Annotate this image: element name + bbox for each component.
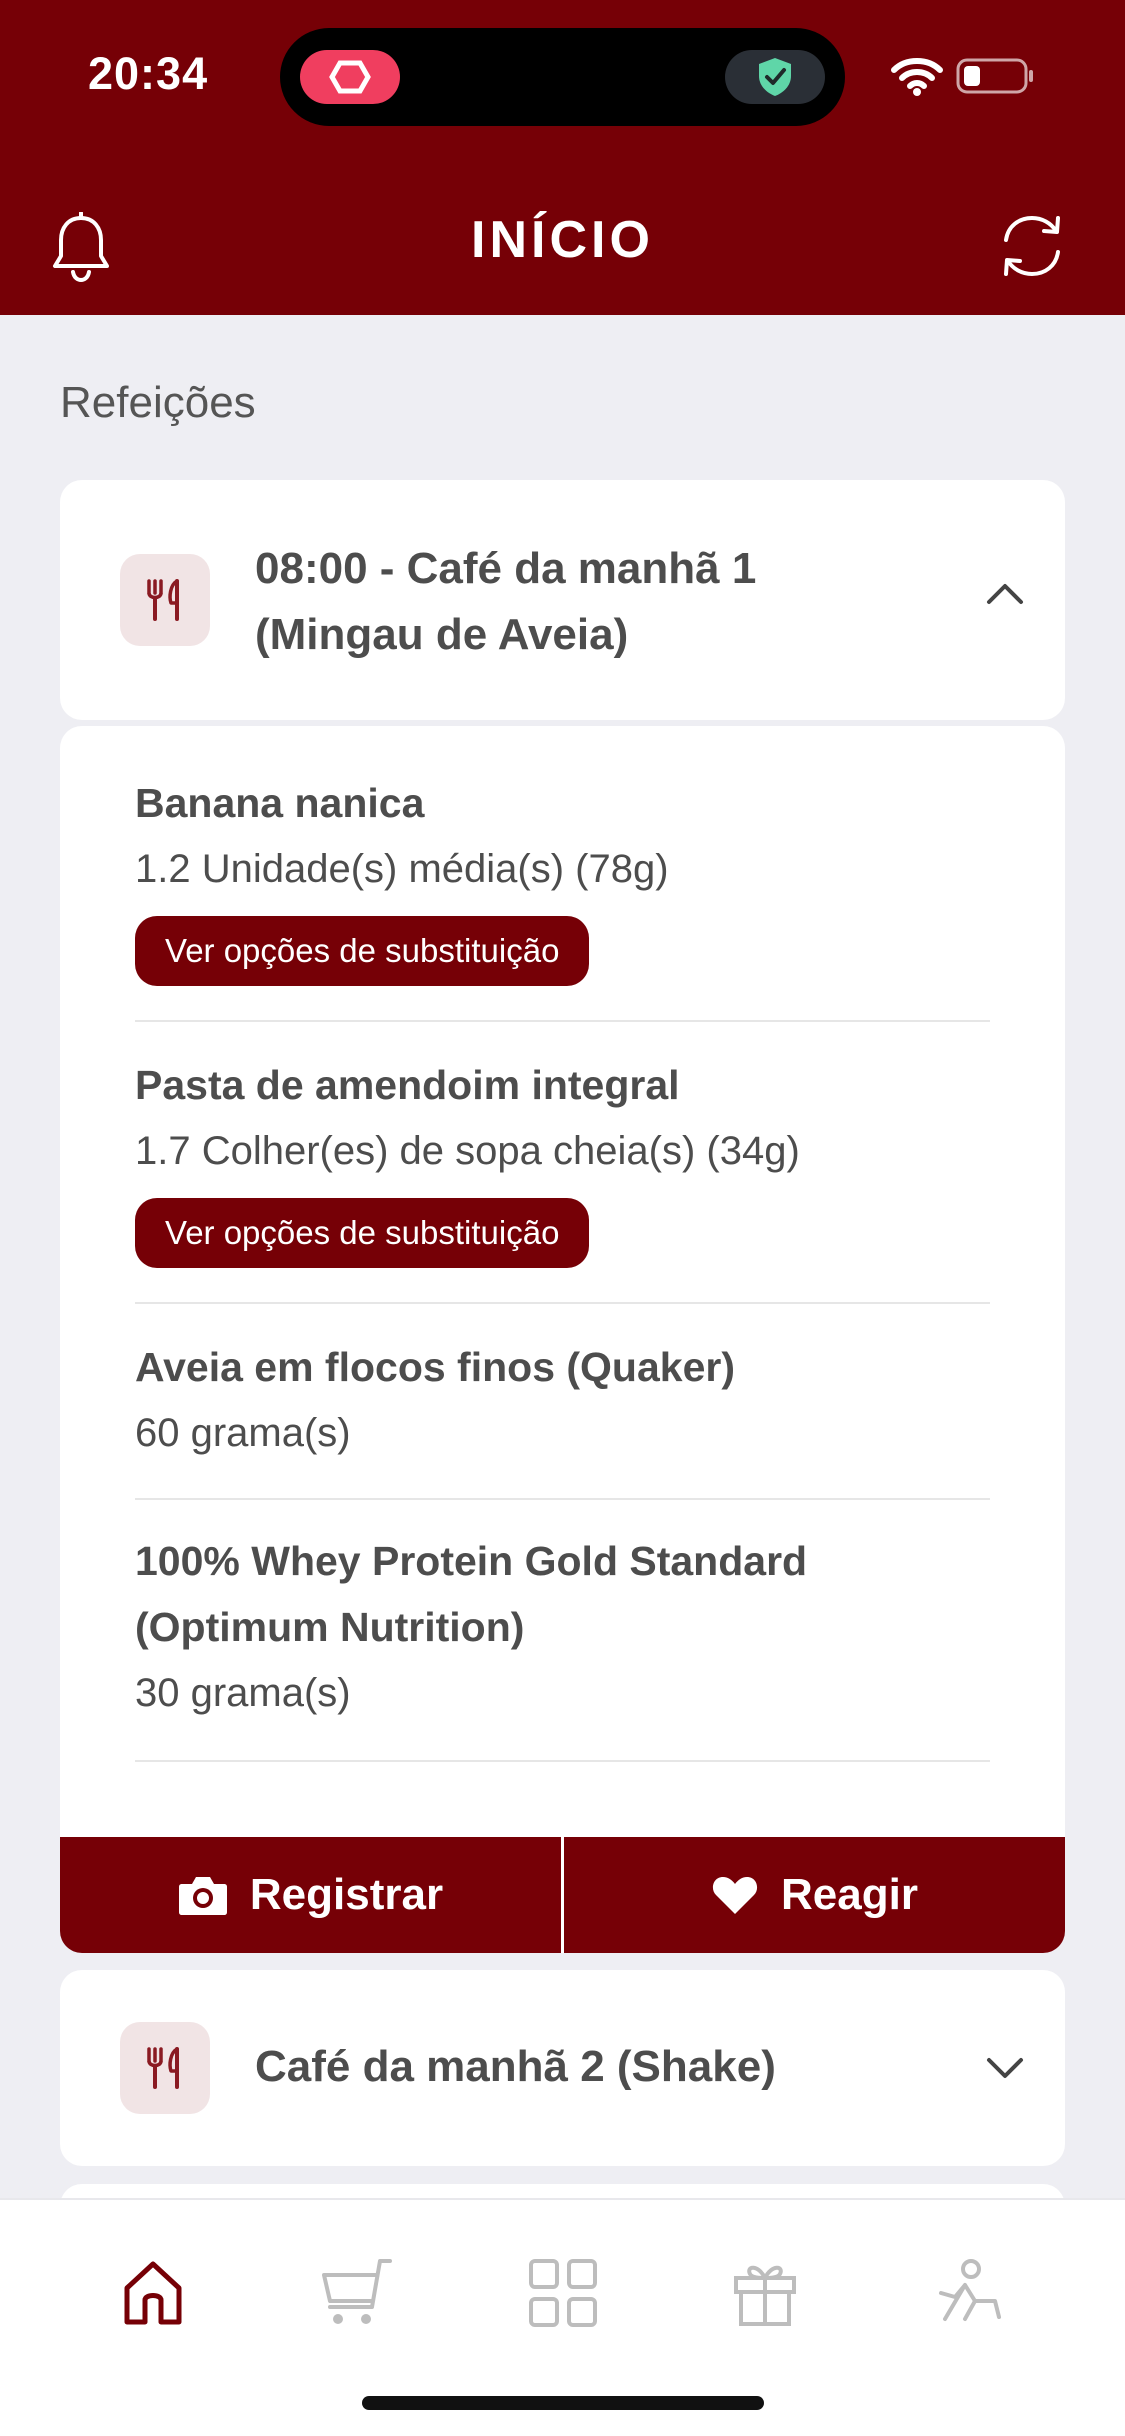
chevron-up-icon[interactable]	[985, 580, 1025, 611]
battery-icon	[956, 56, 1036, 101]
register-label: Registrar	[249, 1870, 444, 1919]
camera-icon	[178, 1877, 227, 1915]
home-indicator	[362, 2396, 764, 2410]
grid-icon[interactable]	[518, 2248, 608, 2338]
shield-check-icon	[725, 50, 825, 104]
food-name: Aveia em flocos finos (Quaker)	[135, 1344, 735, 1390]
substitution-button[interactable]: Ver opções de substituição	[135, 916, 590, 986]
food-quantity: 1.2 Unidade(s) média(s) (78g)	[135, 847, 669, 891]
home-icon[interactable]	[108, 2248, 198, 2338]
cutlery-icon	[120, 554, 210, 646]
react-label: Reagir	[781, 1870, 918, 1919]
exercise-icon[interactable]	[926, 2248, 1016, 2338]
app-header: 20:34 INÍCIO	[0, 0, 1125, 315]
meal-title: 08:00 - Café da manhã 1 (Mingau de Aveia…	[255, 536, 756, 668]
cutlery-icon	[120, 2022, 210, 2114]
food-item: 100% Whey Protein Gold Standard (Optimum…	[135, 1528, 990, 1726]
divider	[135, 1302, 990, 1304]
divider	[135, 1760, 990, 1762]
food-quantity: 1.7 Colher(es) de sopa cheia(s) (34g)	[135, 1129, 800, 1173]
food-name: Pasta de amendoim integral	[135, 1062, 680, 1108]
refresh-icon[interactable]	[994, 210, 1070, 287]
divider	[135, 1498, 990, 1500]
food-quantity: 30 grama(s)	[135, 1671, 351, 1715]
register-button[interactable]: Registrar	[60, 1837, 561, 1953]
dynamic-island	[280, 28, 845, 126]
meal-foods-card: Banana nanica 1.2 Unidade(s) média(s) (7…	[60, 726, 1065, 1838]
gift-icon[interactable]	[720, 2248, 810, 2338]
heart-icon	[712, 1877, 758, 1914]
food-name: Banana nanica	[135, 780, 425, 826]
island-app-icon	[300, 50, 400, 104]
meal-card-header[interactable]: 08:00 - Café da manhã 1 (Mingau de Aveia…	[60, 480, 1065, 720]
cart-icon[interactable]	[312, 2248, 402, 2338]
food-item: Banana nanica 1.2 Unidade(s) média(s) (7…	[135, 770, 990, 986]
chevron-down-icon[interactable]	[985, 2056, 1025, 2087]
status-time: 20:34	[88, 48, 209, 99]
wifi-icon	[890, 56, 944, 101]
meal-title-line1: 08:00 - Café da manhã 1	[255, 544, 757, 593]
meal-actions-bar: Registrar Reagir	[60, 1837, 1065, 1953]
section-title: Refeições	[60, 378, 256, 427]
food-item: Aveia em flocos finos (Quaker) 60 grama(…	[135, 1334, 990, 1466]
food-name-line2: (Optimum Nutrition)	[135, 1604, 525, 1650]
meal-card-collapsed[interactable]: Café da manhã 2 (Shake)	[60, 1970, 1065, 2166]
meal-title-line2: (Mingau de Aveia)	[255, 610, 629, 659]
food-name-line1: 100% Whey Protein Gold Standard	[135, 1538, 808, 1584]
page-title: INÍCIO	[471, 211, 654, 269]
food-item: Pasta de amendoim integral 1.7 Colher(es…	[135, 1052, 990, 1268]
meal-title: Café da manhã 2 (Shake)	[255, 2042, 776, 2091]
divider	[135, 1020, 990, 1022]
react-button[interactable]: Reagir	[564, 1837, 1065, 1953]
substitution-button[interactable]: Ver opções de substituição	[135, 1198, 590, 1268]
food-quantity: 60 grama(s)	[135, 1411, 351, 1455]
